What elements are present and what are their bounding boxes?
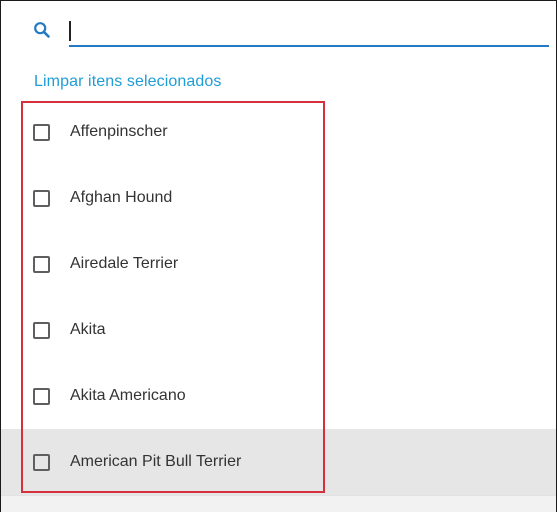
item-label: Airedale Terrier [70, 255, 179, 272]
list-item[interactable]: Affenpinscher [1, 99, 556, 165]
item-label: Affenpinscher [70, 123, 168, 140]
list-item[interactable]: Airedale Terrier [1, 231, 556, 297]
checkbox[interactable] [33, 255, 50, 273]
checkbox[interactable] [33, 123, 50, 141]
checkbox[interactable] [33, 387, 50, 405]
multiselect-dropdown-panel: Limpar itens selecionados Affenpinscher … [0, 0, 557, 512]
item-label: Akita [70, 321, 106, 338]
list-item[interactable]: Akita Americano [1, 363, 556, 429]
checkbox[interactable] [33, 453, 50, 471]
checkbox[interactable] [33, 321, 50, 339]
list-item[interactable]: Afghan Hound [1, 165, 556, 231]
checkbox[interactable] [33, 189, 50, 207]
text-caret [69, 21, 71, 41]
search-input[interactable] [69, 17, 549, 47]
bottom-strip [1, 495, 556, 512]
item-label: Akita Americano [70, 387, 186, 404]
search-row [33, 17, 549, 49]
list-item-hovered[interactable]: American Pit Bull Terrier [1, 429, 556, 495]
item-label: Afghan Hound [70, 189, 173, 206]
search-icon [33, 21, 51, 39]
list-item[interactable]: Akita [1, 297, 556, 363]
options-list: Affenpinscher Afghan Hound Airedale Terr… [1, 99, 556, 495]
item-label: American Pit Bull Terrier [70, 453, 242, 470]
clear-selection-link[interactable]: Limpar itens selecionados [34, 73, 222, 91]
